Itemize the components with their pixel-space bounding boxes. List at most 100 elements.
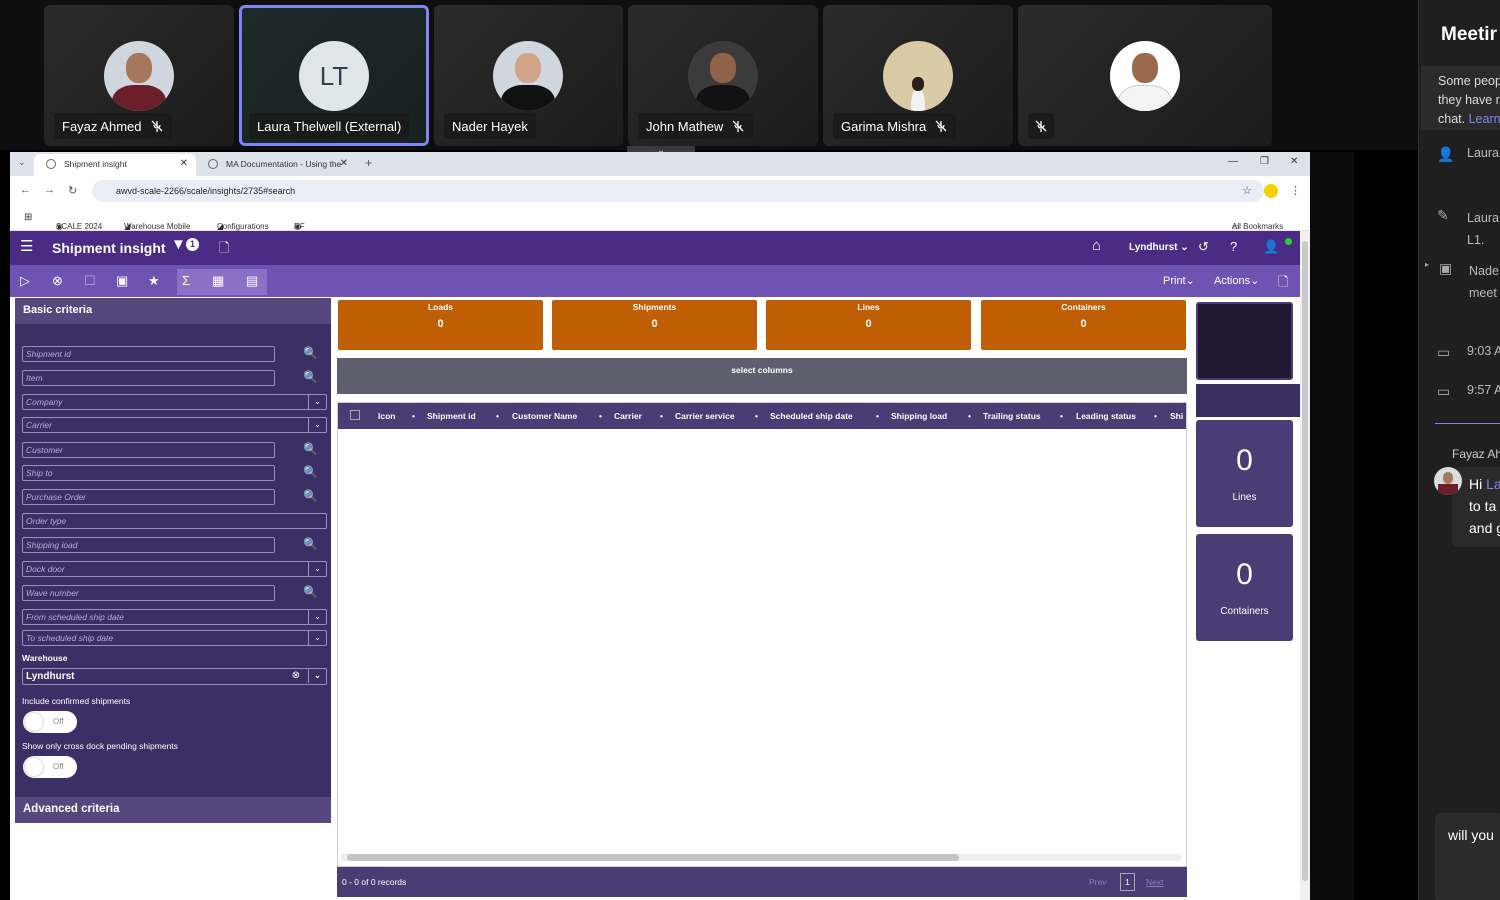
chevron-down-icon[interactable]: ⌄ (308, 631, 326, 645)
checkbox-icon[interactable]: ☐ (84, 273, 96, 289)
apps-icon[interactable]: ⊞ (24, 212, 32, 223)
help-icon[interactable]: ? (1230, 239, 1237, 254)
menu-dots-icon[interactable]: ⋮ (1290, 184, 1301, 197)
horizontal-scrollbar[interactable] (341, 854, 1181, 861)
section-header[interactable]: Basic criteria (15, 298, 331, 324)
search-icon[interactable]: 🔍 (303, 537, 318, 551)
ship-to-field[interactable]: Ship to (22, 465, 275, 481)
document-icon[interactable]: 🗋 (219, 239, 229, 261)
url-field[interactable]: awvd-scale-2266/scale/insights/2735#sear… (92, 180, 1264, 202)
chevron-down-icon[interactable]: ⌄ (308, 418, 326, 432)
scrollbar-thumb[interactable] (347, 854, 959, 861)
dock-door-dropdown[interactable]: Dock door ⌄ (22, 561, 327, 577)
include-confirmed-toggle[interactable]: Off (23, 711, 77, 733)
filter-icon[interactable]: ▼ (171, 236, 186, 253)
select-all-checkbox[interactable] (350, 410, 360, 420)
participant-tile-active[interactable]: LT Laura Thelwell (External) (239, 5, 429, 146)
chevron-down-icon[interactable]: ⌄ (308, 610, 326, 624)
summary-card-lines[interactable]: 0 Lines (1196, 420, 1293, 527)
participant-tile[interactable] (1018, 5, 1272, 146)
from-ship-date-dropdown[interactable]: From scheduled ship date ⌄ (22, 609, 327, 625)
column-header[interactable]: Icon (378, 411, 395, 421)
next-page-link[interactable]: Next (1146, 877, 1163, 887)
run-icon[interactable]: ▷ (20, 273, 30, 289)
shipping-load-field[interactable]: Shipping load (22, 537, 275, 553)
export-icon[interactable]: 🗋 (1278, 273, 1288, 295)
prev-page-link[interactable]: Prev (1089, 877, 1106, 887)
advanced-criteria-header[interactable]: Advanced criteria (15, 797, 331, 823)
table-settings-icon[interactable]: ▤ (246, 273, 258, 289)
compose-box[interactable]: will you (1435, 813, 1500, 900)
summary-card-containers[interactable]: 0 Containers (1196, 534, 1293, 641)
close-icon[interactable]: ✕ (180, 158, 188, 169)
item-field[interactable]: Item (22, 370, 275, 386)
column-header[interactable]: Shipment id (427, 411, 476, 421)
column-header[interactable]: Customer Name (512, 411, 577, 421)
scrollbar-thumb[interactable] (1302, 241, 1308, 881)
search-icon[interactable]: 🔍 (303, 585, 318, 599)
carrier-dropdown[interactable]: Carrier ⌄ (22, 417, 327, 433)
tab-shipment-insight[interactable]: Shipment insight ✕ (34, 154, 196, 176)
mention[interactable]: La (1486, 476, 1500, 492)
history-icon[interactable]: ↺ (1198, 239, 1209, 255)
search-icon[interactable]: 🔍 (303, 489, 318, 503)
purchase-order-field[interactable]: Purchase Order (22, 489, 275, 505)
participant-tile[interactable]: Fayaz Ahmed (44, 5, 234, 146)
restore-icon[interactable]: ❐ (1260, 156, 1269, 167)
kpi-containers[interactable]: Containers 0 (981, 300, 1186, 350)
reload-icon[interactable]: ↻ (68, 184, 77, 197)
actions-menu[interactable]: Actions⌄ (1214, 274, 1259, 287)
chevron-down-icon[interactable]: ⌄ (308, 669, 326, 683)
learn-more-link[interactable]: Learn (1469, 112, 1500, 126)
chevron-down-icon[interactable]: ⌄ (308, 395, 326, 409)
chevron-down-icon[interactable]: ⌄ (308, 562, 326, 576)
close-icon[interactable]: ✕ (340, 158, 348, 169)
participant-tile[interactable]: Garima Mishra (823, 5, 1013, 146)
cross-dock-toggle[interactable]: Off (23, 756, 77, 778)
search-icon[interactable]: 🔍 (303, 346, 318, 360)
warehouse-menu[interactable]: Lyndhurst ⌄ (1129, 242, 1189, 253)
tab-ma-documentation[interactable]: MA Documentation - Using the ✕ (196, 154, 356, 176)
column-header[interactable]: Trailing status (983, 411, 1041, 421)
column-header[interactable]: Carrier (614, 411, 642, 421)
column-header[interactable]: Scheduled ship date (770, 411, 853, 421)
wave-number-field[interactable]: Wave number (22, 585, 275, 601)
profile-icon[interactable] (1264, 184, 1278, 198)
close-window-icon[interactable]: ✕ (1290, 156, 1298, 167)
participant-tile[interactable]: John Mathew (628, 5, 818, 146)
sum-icon[interactable]: Σ (182, 273, 190, 288)
new-tab-icon[interactable]: + (365, 156, 372, 170)
vertical-scrollbar[interactable] (1300, 231, 1310, 900)
select-columns-bar[interactable]: select columns (337, 358, 1187, 394)
company-dropdown[interactable]: Company ⌄ (22, 394, 327, 410)
forward-icon[interactable]: → (44, 184, 55, 196)
participant-tile[interactable]: Nader Hayek (434, 5, 623, 146)
kpi-loads[interactable]: Loads 0 (338, 300, 543, 350)
grid-icon[interactable]: ▦ (212, 273, 224, 289)
clear-icon[interactable]: ⊗ (52, 273, 63, 289)
search-icon[interactable]: 🔍 (303, 465, 318, 479)
column-header[interactable]: Shipping load (891, 411, 947, 421)
customer-field[interactable]: Customer (22, 442, 275, 458)
favorite-star-icon[interactable]: ★ (148, 273, 160, 289)
minimize-icon[interactable]: — (1228, 156, 1238, 167)
save-icon[interactable]: ▣ (116, 273, 128, 289)
tab-search-icon[interactable]: ⌄ (18, 157, 26, 168)
expand-arrow-icon[interactable]: ▸ (1425, 260, 1429, 304)
home-icon[interactable]: ⌂ (1092, 237, 1101, 254)
column-header[interactable]: Shi (1170, 411, 1183, 421)
bookmark-star-icon[interactable]: ☆ (1242, 184, 1252, 197)
back-icon[interactable]: ← (20, 184, 31, 196)
order-type-field[interactable]: Order type (22, 513, 327, 529)
search-icon[interactable]: 🔍 (303, 442, 318, 456)
print-menu[interactable]: Print⌄ (1163, 274, 1195, 287)
to-ship-date-dropdown[interactable]: To scheduled ship date ⌄ (22, 630, 327, 646)
hamburger-menu-icon[interactable]: ☰ (20, 237, 33, 255)
chat-event[interactable]: ▸ ▣ Nade meet (1425, 260, 1499, 304)
user-icon[interactable]: 👤 (1263, 239, 1279, 255)
warehouse-dropdown[interactable]: Lyndhurst ⊗ ⌄ (22, 668, 327, 685)
search-icon[interactable]: 🔍 (303, 370, 318, 384)
kpi-shipments[interactable]: Shipments 0 (552, 300, 757, 350)
kpi-lines[interactable]: Lines 0 (766, 300, 971, 350)
column-header[interactable]: Leading status (1076, 411, 1136, 421)
